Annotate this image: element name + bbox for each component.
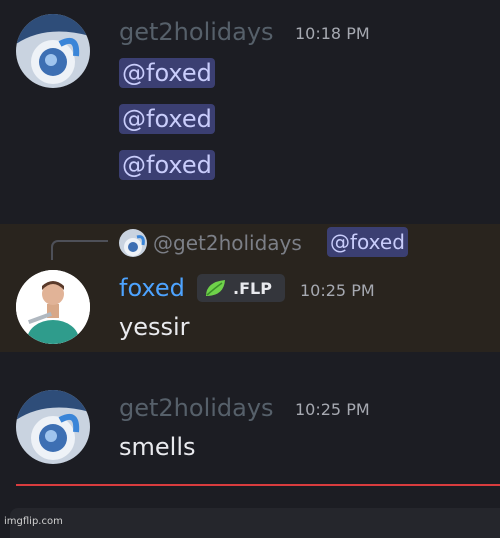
user-mention[interactable]: @foxed bbox=[119, 150, 215, 180]
leaf-icon bbox=[206, 280, 225, 296]
reply-author[interactable]: @get2holidays bbox=[153, 230, 302, 256]
timestamp: 10:25 PM bbox=[300, 281, 375, 300]
author-name[interactable]: get2holidays bbox=[119, 394, 274, 422]
author-name[interactable]: get2holidays bbox=[119, 18, 274, 46]
watermark: imgflip.com bbox=[4, 516, 63, 527]
message-input[interactable] bbox=[10, 508, 500, 538]
new-messages-divider bbox=[16, 484, 500, 486]
message-text: yessir bbox=[119, 313, 190, 341]
reply-connector bbox=[51, 240, 108, 260]
message-text: smells bbox=[119, 433, 196, 461]
avatar[interactable] bbox=[16, 14, 90, 88]
author-name[interactable]: foxed bbox=[119, 274, 185, 302]
user-mention[interactable]: @foxed bbox=[119, 58, 215, 88]
avatar[interactable] bbox=[16, 390, 90, 464]
role-badge[interactable]: .FLP bbox=[197, 274, 285, 302]
role-badge-label: .FLP bbox=[233, 278, 272, 298]
timestamp: 10:25 PM bbox=[295, 400, 370, 419]
reply-avatar[interactable] bbox=[119, 229, 147, 257]
reply-mention[interactable]: @foxed bbox=[327, 227, 408, 257]
user-mention[interactable]: @foxed bbox=[119, 104, 215, 134]
timestamp: 10:18 PM bbox=[295, 24, 370, 43]
avatar[interactable] bbox=[16, 270, 90, 344]
message-group-1: get2holidays 10:18 PM @foxed @foxed @fox… bbox=[0, 0, 500, 224]
